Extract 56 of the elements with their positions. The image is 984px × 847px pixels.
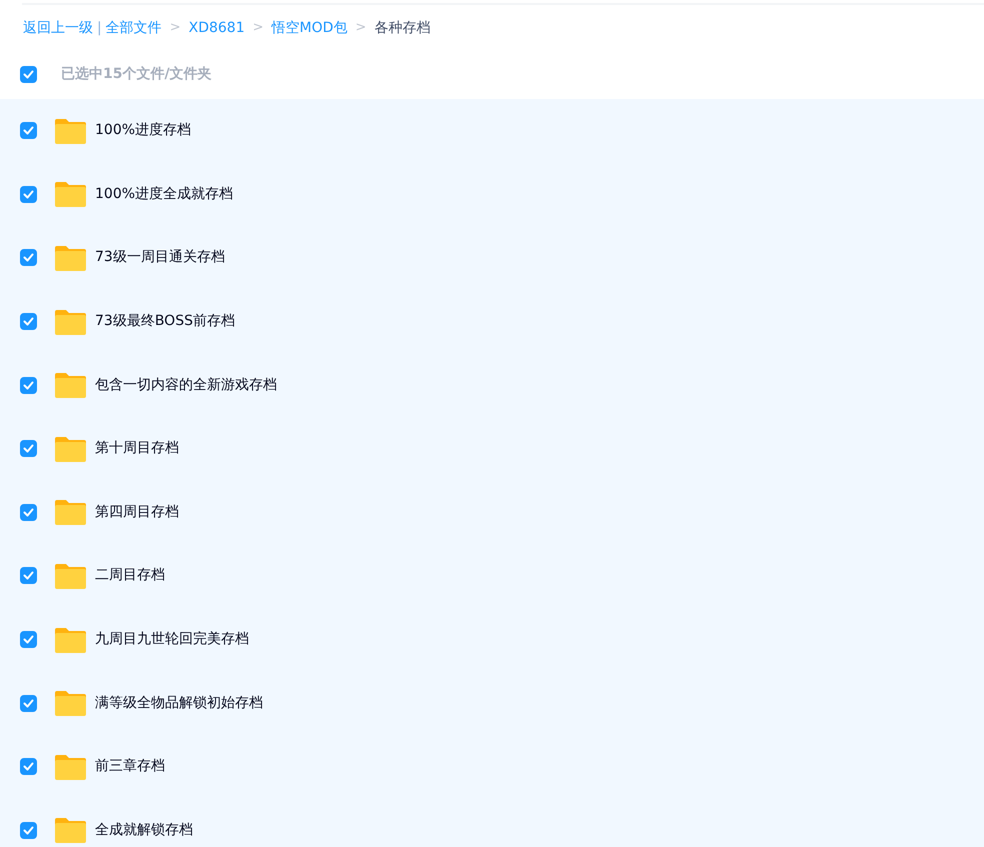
folder-icon <box>55 436 86 462</box>
folder-icon <box>55 626 86 653</box>
folder-icon <box>55 690 86 716</box>
checkbox[interactable] <box>20 694 37 712</box>
folder-icon <box>55 754 86 780</box>
checkbox[interactable] <box>20 758 37 776</box>
folder-name[interactable]: 第十周目存档 <box>95 438 179 460</box>
check-icon <box>23 444 34 454</box>
check-icon <box>23 826 34 835</box>
folder-name[interactable]: 全成就解锁存档 <box>95 820 193 841</box>
check-icon <box>23 380 34 390</box>
folder-icon <box>55 308 86 335</box>
check-icon <box>23 190 34 199</box>
folder-name[interactable]: 包含一切内容的全新游戏存档 <box>95 374 277 396</box>
checkbox[interactable] <box>20 567 37 584</box>
folder-name[interactable]: 73级一周目通关存档 <box>95 247 225 268</box>
chevron-separator: > <box>355 19 366 38</box>
check-icon <box>23 698 34 708</box>
folder-icon <box>55 817 86 844</box>
separator: | <box>97 18 102 38</box>
check-icon <box>23 317 34 326</box>
folder-icon <box>55 118 86 144</box>
folder-name[interactable]: 100%进度存档 <box>95 120 192 142</box>
checkbox[interactable] <box>20 249 37 266</box>
checkbox[interactable] <box>20 504 37 521</box>
checkbox[interactable] <box>20 122 37 140</box>
check-icon <box>23 253 34 262</box>
checkbox[interactable] <box>20 66 37 82</box>
checkbox[interactable] <box>20 186 37 203</box>
folder-icon <box>55 372 86 398</box>
folder-name[interactable]: 二周目存档 <box>95 565 165 586</box>
folder-name[interactable]: 第四周目存档 <box>95 502 179 523</box>
checkbox[interactable] <box>20 313 37 330</box>
folder-icon <box>55 181 86 208</box>
folder-name[interactable]: 九周目九世轮回完美存档 <box>95 629 249 650</box>
chevron-separator: > <box>170 19 181 38</box>
current-folder: 各种存档 <box>374 18 430 38</box>
check-icon <box>23 571 34 580</box>
folder-name[interactable]: 满等级全物品解锁初始存档 <box>95 692 263 714</box>
folder-icon <box>55 244 86 271</box>
check-icon <box>23 70 34 78</box>
checkbox[interactable] <box>20 631 37 648</box>
folder-name[interactable]: 前三章存档 <box>95 756 165 778</box>
folder-icon <box>55 499 86 526</box>
checkbox[interactable] <box>20 822 37 839</box>
check-icon <box>23 126 34 136</box>
check-icon <box>23 508 34 517</box>
folder-icon <box>55 562 86 589</box>
folder-name[interactable]: 100%进度全成就存档 <box>95 184 234 205</box>
folder-name[interactable]: 73级最终BOSS前存档 <box>95 311 235 332</box>
check-icon <box>23 762 34 772</box>
chevron-separator: > <box>252 19 264 38</box>
selection-count: 已选中15个文件/文件夹 <box>61 64 212 84</box>
checkbox[interactable] <box>20 440 37 458</box>
checkbox[interactable] <box>20 376 37 394</box>
check-icon <box>23 635 34 644</box>
